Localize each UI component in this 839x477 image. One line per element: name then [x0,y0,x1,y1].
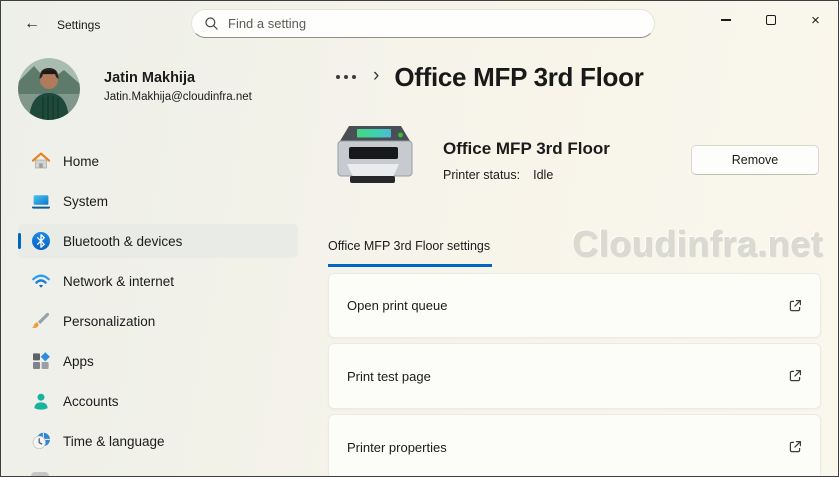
external-link-icon [789,299,801,311]
dot [344,75,348,79]
sidebar-item-personalization[interactable]: Personalization [18,304,298,338]
external-link-icon [789,441,801,453]
settings-window: ← Settings × [0,0,839,477]
bluetooth-icon [32,232,50,250]
printer-name: Office MFP 3rd Floor [443,139,610,158]
avatar-photo [18,58,80,120]
search-box[interactable] [191,9,655,38]
sidebar-item-home[interactable]: Home [18,144,298,178]
printer-status: Printer status: Idle [443,168,553,182]
sidebar-nav: Home System Bluetooth & devices Network … [1,144,311,464]
sidebar: Jatin Makhija Jatin.Makhija@cloudinfra.n… [1,47,311,476]
search-icon [205,17,218,30]
item-label: Printer properties [347,439,447,455]
minimize-button[interactable] [703,1,748,39]
apps-icon [33,352,50,369]
search-input[interactable] [228,16,642,31]
back-button[interactable]: ← [17,11,47,37]
main-content: › Office MFP 3rd Floor Office MFP 3rd Fl… [328,47,823,476]
sidebar-item-label: Accounts [63,393,119,409]
arrow-left-icon: ← [24,15,40,32]
watermark: Cloudinfra.net [572,223,823,264]
sidebar-item-label: Time & language [63,433,165,449]
sidebar-item-system[interactable]: System [18,184,298,218]
home-icon [31,152,51,169]
minimize-icon [720,19,731,21]
time-language-icon [32,432,50,449]
sidebar-item-label: Apps [63,353,94,369]
accounts-icon [34,393,48,410]
sidebar-item-network-internet[interactable]: Network & internet [18,264,298,298]
avatar[interactable] [18,58,80,120]
gaming-icon-partial [31,472,49,476]
sidebar-item-bluetooth-devices[interactable]: Bluetooth & devices [18,224,298,258]
page-title: Office MFP 3rd Floor [394,61,644,92]
profile-email: Jatin.Makhija@cloudinfra.net [104,91,252,103]
dot [336,75,340,79]
open-print-queue-item[interactable]: Open print queue [328,273,821,338]
printer-properties-item[interactable]: Printer properties [328,414,821,476]
app-title: Settings [57,18,101,32]
printer-icon [337,126,413,183]
settings-list: Open print queue Print test page Printer… [328,273,821,476]
sidebar-item-label: System [63,193,109,209]
breadcrumb: › Office MFP 3rd Floor [334,59,644,95]
sidebar-item-apps[interactable]: Apps [18,344,298,378]
remove-button[interactable]: Remove [691,145,819,175]
close-icon: × [811,11,820,29]
personalization-icon [31,312,50,328]
dot [352,75,356,79]
network-icon [32,274,50,288]
sidebar-item-time-language[interactable]: Time & language [18,424,298,458]
external-link-icon [789,370,801,382]
chevron-right-icon: › [373,64,380,86]
system-icon [32,195,50,209]
close-button[interactable]: × [793,1,838,39]
tab-printer-settings[interactable]: Office MFP 3rd Floor settings [328,239,493,267]
sidebar-item-accounts[interactable]: Accounts [18,384,298,418]
maximize-button[interactable] [748,1,793,39]
printer-status-value: Idle [533,168,554,182]
sidebar-item-label: Network & internet [63,273,175,289]
print-test-page-item[interactable]: Print test page [328,343,821,409]
maximize-icon [765,15,776,25]
window-controls: × [703,1,838,39]
item-label: Print test page [347,368,431,384]
titlebar: ← Settings × [1,1,838,47]
sidebar-item-label: Home [63,153,100,169]
profile-name: Jatin Makhija [104,70,196,86]
item-label: Open print queue [347,298,448,313]
sidebar-item-label: Bluetooth & devices [63,233,183,249]
sidebar-item-label: Personalization [63,313,156,329]
printer-status-label: Printer status: [443,168,521,182]
breadcrumb-more-button[interactable] [334,71,358,83]
